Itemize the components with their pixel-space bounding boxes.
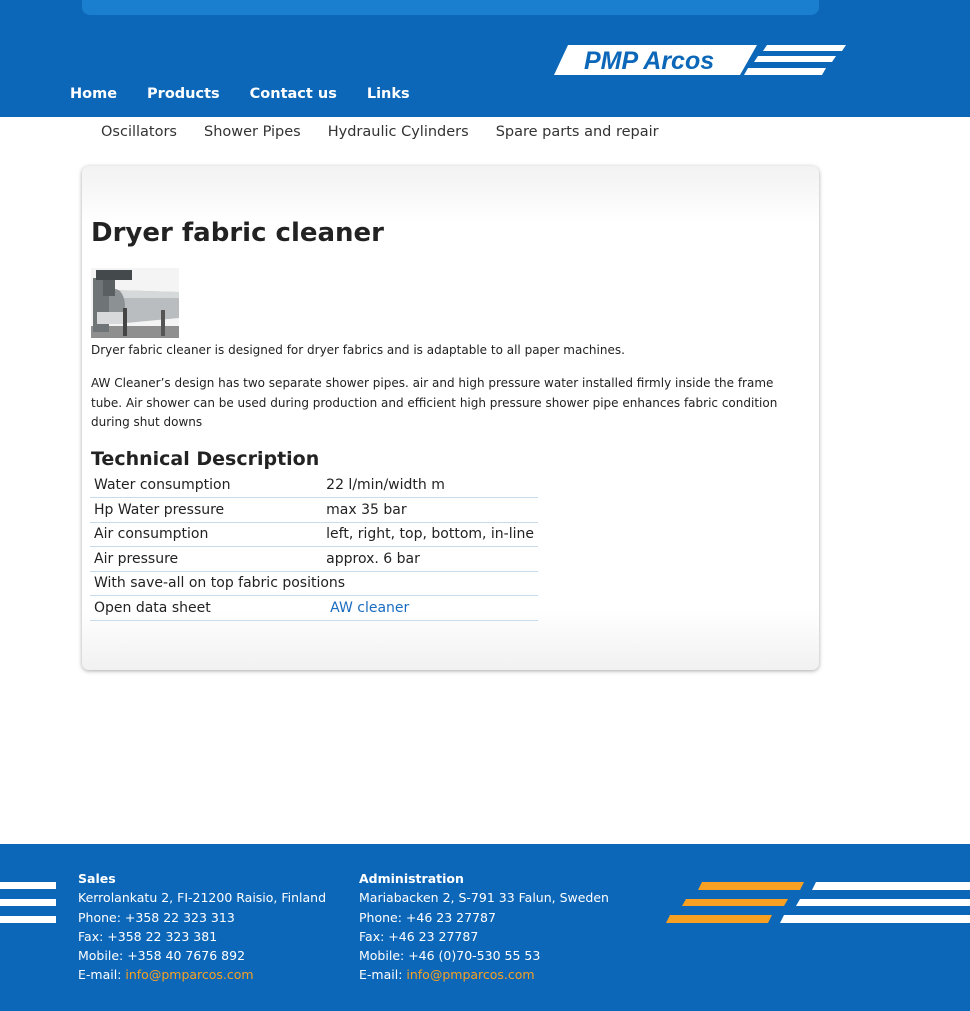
nav-products[interactable]: Products: [147, 86, 220, 102]
spec-value: max 35 bar: [322, 497, 538, 523]
spec-value: AW cleaner: [322, 595, 538, 621]
spec-label: Air consumption: [90, 522, 323, 547]
product-image: [91, 268, 179, 338]
main-nav: Home Products Contact us Links: [70, 86, 440, 102]
footer-administration: Administration Mariabacken 2, S-791 33 F…: [359, 869, 609, 985]
footer-sales: Sales Kerrolankatu 2, FI-21200 Raisio, F…: [78, 869, 326, 985]
sales-heading: Sales: [78, 871, 116, 886]
admin-fax: Fax: +46 23 27787: [359, 928, 479, 944]
table-row: Hp Water pressure max 35 bar: [90, 497, 538, 523]
admin-email-link[interactable]: info@pmparcos.com: [406, 967, 534, 982]
sales-email-link[interactable]: info@pmparcos.com: [125, 967, 253, 982]
table-row: Air consumption left, right, top, bottom…: [90, 522, 538, 547]
section-title: Technical Description: [91, 448, 320, 470]
logo-text: PMP Arcos: [584, 47, 715, 75]
sales-mobile: Mobile: +358 40 7676 892: [78, 948, 246, 964]
page-title: Dryer fabric cleaner: [91, 218, 384, 248]
site-logo[interactable]: PMP Arcos: [554, 45, 846, 77]
admin-mobile: Mobile: +46 (0)70-530 55 53: [359, 948, 541, 964]
description-text: AW Cleaner’s design has two separate sho…: [91, 376, 778, 429]
sales-address: Kerrolankatu 2, FI-21200 Raisio, Finland: [78, 890, 327, 906]
datasheet-link[interactable]: AW cleaner: [326, 600, 409, 616]
intro-text: Dryer fabric cleaner is designed for dry…: [91, 343, 625, 357]
nav-contact-us[interactable]: Contact us: [250, 86, 337, 102]
subnav-oscillators[interactable]: Oscillators: [101, 124, 177, 140]
table-row: Water consumption 22 l/min/width m: [90, 473, 538, 498]
content-card: Dryer fabric cleaner Dryer fabric cleane…: [82, 166, 819, 670]
spec-value: approx. 6 bar: [322, 546, 538, 572]
spec-label: Water consumption: [90, 473, 323, 498]
site-header: PMP Arcos Home Products Contact us Links: [0, 0, 970, 117]
subnav-shower-pipes[interactable]: Shower Pipes: [204, 124, 301, 140]
admin-phone: Phone: +46 23 27787: [359, 909, 496, 925]
spec-label: Open data sheet: [90, 595, 323, 621]
spec-label: Hp Water pressure: [90, 497, 323, 523]
subnav-spare-parts[interactable]: Spare parts and repair: [496, 124, 659, 140]
top-bar: [82, 0, 819, 15]
table-row: Open data sheet AW cleaner: [90, 595, 538, 621]
admin-email-label: E-mail:: [359, 967, 407, 983]
sales-email-label: E-mail:: [78, 967, 126, 983]
sales-fax: Fax: +358 22 323 381: [78, 928, 218, 944]
site-footer: Sales Kerrolankatu 2, FI-21200 Raisio, F…: [0, 844, 970, 1011]
sales-email-row: E-mail: info@pmparcos.com: [78, 965, 326, 984]
spec-value: 22 l/min/width m: [322, 473, 538, 498]
table-row: With save-all on top fabric positions: [90, 571, 538, 596]
sub-nav: Oscillators Shower Pipes Hydraulic Cylin…: [101, 124, 686, 140]
admin-address: Mariabacken 2, S-791 33 Falun, Sweden: [359, 890, 609, 906]
product-photo-icon: [91, 268, 179, 338]
table-row: Air pressure approx. 6 bar: [90, 546, 538, 572]
spec-label: Air pressure: [90, 546, 323, 572]
sales-phone: Phone: +358 22 323 313: [78, 909, 235, 925]
footer-stripes-right-icon: [666, 882, 970, 923]
admin-email-row: E-mail: info@pmparcos.com: [359, 965, 609, 984]
nav-links[interactable]: Links: [367, 86, 410, 102]
spec-table: Water consumption 22 l/min/width m Hp Wa…: [90, 473, 538, 621]
spec-value: left, right, top, bottom, in-line: [322, 522, 538, 547]
footer-stripes-left-icon: [0, 882, 56, 923]
subnav-hydraulic-cylinders[interactable]: Hydraulic Cylinders: [328, 124, 469, 140]
nav-home[interactable]: Home: [70, 86, 117, 102]
admin-heading: Administration: [359, 871, 464, 886]
spec-label: With save-all on top fabric positions: [90, 571, 538, 596]
